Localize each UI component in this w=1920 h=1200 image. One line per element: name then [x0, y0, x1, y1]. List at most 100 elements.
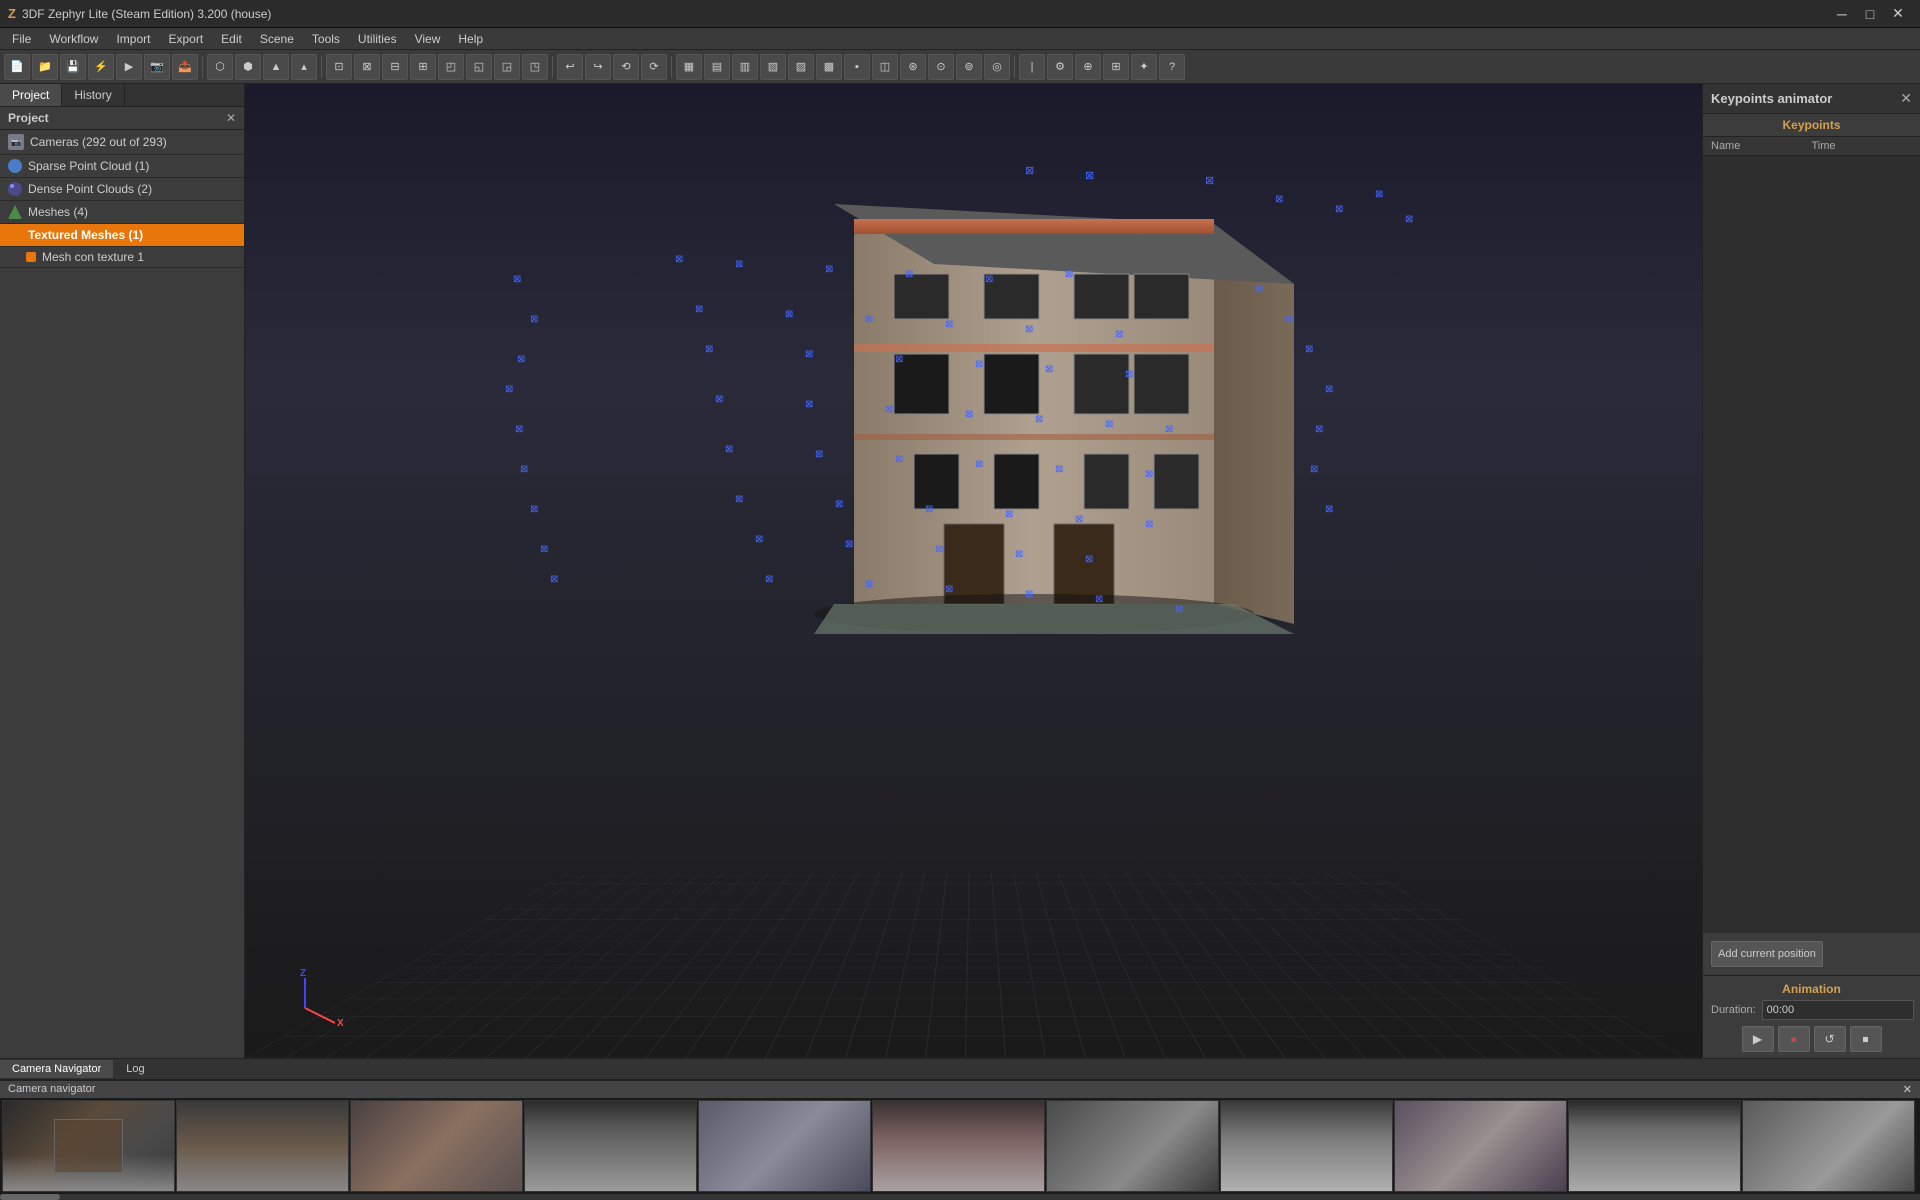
- cam-thumb-4[interactable]: [524, 1100, 697, 1192]
- tool-view11[interactable]: ⊚: [956, 54, 982, 80]
- cam-thumb-11[interactable]: [1742, 1100, 1915, 1192]
- cameras-label: Cameras (292 out of 293): [30, 135, 167, 149]
- tool-sel6[interactable]: ◱: [466, 54, 492, 80]
- tool-view5[interactable]: ▨: [788, 54, 814, 80]
- cam-marker-4: ⊠: [1275, 194, 1283, 205]
- tool-view9[interactable]: ⊛: [900, 54, 926, 80]
- tool-view8[interactable]: ◫: [872, 54, 898, 80]
- proj-item-dense[interactable]: Dense Point Clouds (2): [0, 178, 244, 201]
- cam-thumb-3[interactable]: [350, 1100, 523, 1192]
- tool-tri2[interactable]: ▴: [291, 54, 317, 80]
- tab-history[interactable]: History: [62, 84, 124, 106]
- duration-label: Duration:: [1711, 1004, 1756, 1016]
- cam-thumb-9[interactable]: [1394, 1100, 1567, 1192]
- tool-sel3[interactable]: ⊟: [382, 54, 408, 80]
- tool-star[interactable]: ✦: [1131, 54, 1157, 80]
- cam-marker-35: ⊠: [1065, 269, 1073, 280]
- menu-scene[interactable]: Scene: [252, 30, 302, 48]
- tool-view10[interactable]: ⊙: [928, 54, 954, 80]
- menu-help[interactable]: Help: [450, 30, 491, 48]
- tool-box[interactable]: ⬢: [235, 54, 261, 80]
- tool-view3[interactable]: ▥: [732, 54, 758, 80]
- anim-play-btn[interactable]: ▶: [1742, 1026, 1774, 1052]
- tool-view2[interactable]: ▤: [704, 54, 730, 80]
- tool-redo[interactable]: ↪: [585, 54, 611, 80]
- minimize-button[interactable]: ─: [1828, 0, 1856, 28]
- tool-sel5[interactable]: ◰: [438, 54, 464, 80]
- sub-item-mesh1[interactable]: Mesh con texture 1: [0, 247, 244, 268]
- menu-utilities[interactable]: Utilities: [350, 30, 405, 48]
- tool-sel4[interactable]: ⊞: [410, 54, 436, 80]
- tool-back[interactable]: ⟲: [613, 54, 639, 80]
- tool-add[interactable]: ⊕: [1075, 54, 1101, 80]
- menu-view[interactable]: View: [407, 30, 449, 48]
- cam-marker-3: ⊠: [1205, 174, 1214, 187]
- cam-marker-16: ⊠: [530, 504, 538, 515]
- proj-item-textured[interactable]: Textured Meshes (1): [0, 224, 244, 247]
- sep-5: [1014, 56, 1015, 78]
- cam-nav-close[interactable]: ✕: [1903, 1083, 1912, 1096]
- keypoints-close-btn[interactable]: ✕: [1900, 90, 1912, 107]
- tool-sel8[interactable]: ◳: [522, 54, 548, 80]
- cam-thumb-5[interactable]: [698, 1100, 871, 1192]
- tool-view4[interactable]: ▧: [760, 54, 786, 80]
- tool-settings[interactable]: ⚙: [1047, 54, 1073, 80]
- cam-scrollbar[interactable]: [0, 1194, 1920, 1200]
- menu-import[interactable]: Import: [108, 30, 158, 48]
- tool-view7[interactable]: ▪: [844, 54, 870, 80]
- cam-thumb-8[interactable]: [1220, 1100, 1393, 1192]
- tool-new[interactable]: 📄: [4, 54, 30, 80]
- tool-view1[interactable]: ▦: [676, 54, 702, 80]
- tool-sel7[interactable]: ◲: [494, 54, 520, 80]
- close-button[interactable]: ✕: [1884, 0, 1912, 28]
- btab-log[interactable]: Log: [114, 1060, 157, 1078]
- menu-file[interactable]: File: [4, 30, 39, 48]
- tool-view12[interactable]: ◎: [984, 54, 1010, 80]
- scroll-handle[interactable]: [0, 1194, 60, 1200]
- menu-edit[interactable]: Edit: [213, 30, 250, 48]
- cam-marker-12: ⊠: [517, 354, 525, 365]
- cam-thumb-6[interactable]: [872, 1100, 1045, 1192]
- tool-forward[interactable]: ⟳: [641, 54, 667, 80]
- tool-undo[interactable]: ↩: [557, 54, 583, 80]
- tool-view6[interactable]: ▩: [816, 54, 842, 80]
- viewport[interactable]: ⊠ ⊠ ⊠ ⊠ ⊠ ⊠ ⊠ ⊠ ⊠ ⊠ ⊠ ⊠ ⊠ ⊠ ⊠ ⊠ ⊠ ⊠ ⊠ ⊠ …: [245, 84, 1702, 1058]
- project-close-btn[interactable]: ✕: [226, 111, 236, 125]
- tool-open[interactable]: 📁: [32, 54, 58, 80]
- maximize-button[interactable]: □: [1856, 0, 1884, 28]
- menu-export[interactable]: Export: [160, 30, 211, 48]
- tool-line[interactable]: |: [1019, 54, 1045, 80]
- tool-workflow[interactable]: ⚡: [88, 54, 114, 80]
- tool-expand[interactable]: ⊞: [1103, 54, 1129, 80]
- cam-thumb-10[interactable]: [1568, 1100, 1741, 1192]
- cam-marker-43: ⊠: [805, 349, 813, 360]
- tool-sphere[interactable]: ⬡: [207, 54, 233, 80]
- anim-end-btn[interactable]: ⏹: [1850, 1026, 1882, 1052]
- cam-thumb-1[interactable]: [2, 1100, 175, 1192]
- tabs-row: Project History: [0, 84, 244, 107]
- menu-tools[interactable]: Tools: [304, 30, 348, 48]
- proj-item-cameras[interactable]: 📷 Cameras (292 out of 293): [0, 130, 244, 155]
- tool-sel1[interactable]: ⊡: [326, 54, 352, 80]
- tab-project[interactable]: Project: [0, 84, 62, 106]
- tool-tri[interactable]: ▲: [263, 54, 289, 80]
- tool-photo[interactable]: 📷: [144, 54, 170, 80]
- cam-thumb-7[interactable]: [1046, 1100, 1219, 1192]
- duration-input[interactable]: [1762, 1000, 1914, 1020]
- add-current-position-button[interactable]: Add current position: [1711, 941, 1823, 967]
- cam-thumb-2[interactable]: [176, 1100, 349, 1192]
- tool-run[interactable]: ▶: [116, 54, 142, 80]
- btab-camera-navigator[interactable]: Camera Navigator: [0, 1060, 114, 1078]
- proj-item-meshes[interactable]: Meshes (4): [0, 201, 244, 224]
- tool-export[interactable]: 📤: [172, 54, 198, 80]
- menu-workflow[interactable]: Workflow: [41, 30, 106, 48]
- anim-reset-btn[interactable]: ↺: [1814, 1026, 1846, 1052]
- keypoints-header: Keypoints animator ✕: [1703, 84, 1920, 114]
- proj-item-sparse[interactable]: Sparse Point Cloud (1): [0, 155, 244, 178]
- tool-save[interactable]: 💾: [60, 54, 86, 80]
- anim-record-btn[interactable]: ●: [1778, 1026, 1810, 1052]
- tool-sel2[interactable]: ⊠: [354, 54, 380, 80]
- viewport-canvas: ⊠ ⊠ ⊠ ⊠ ⊠ ⊠ ⊠ ⊠ ⊠ ⊠ ⊠ ⊠ ⊠ ⊠ ⊠ ⊠ ⊠ ⊠ ⊠ ⊠ …: [245, 84, 1702, 1058]
- tool-help[interactable]: ?: [1159, 54, 1185, 80]
- cam-marker-44: ⊠: [895, 354, 903, 365]
